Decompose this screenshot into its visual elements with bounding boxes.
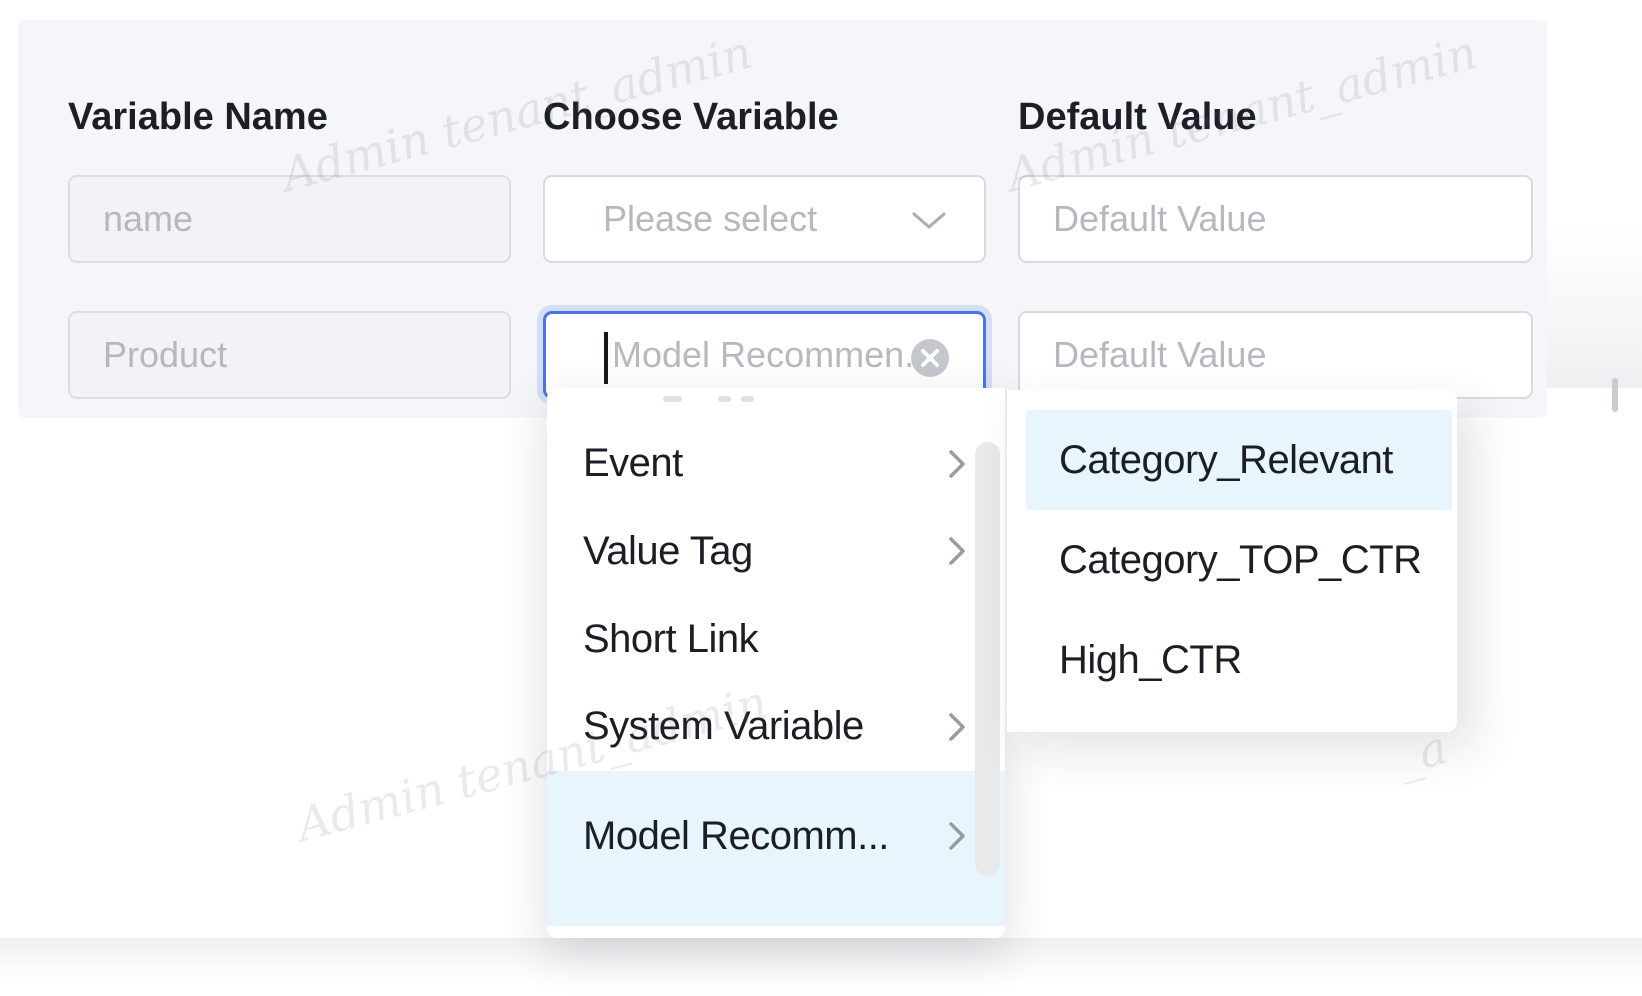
submenu-item-label: Category_Relevant [1059,438,1393,483]
variable-name-input-row1[interactable]: name [68,175,511,263]
column-header-variable-name: Variable Name [68,96,328,139]
default-value-input-row2[interactable]: Default Value [1018,311,1533,399]
menu-item-label: Value Tag [583,529,753,574]
chevron-down-icon [912,212,946,230]
variable-form-panel: Variable Name Choose Variable Default Va… [18,20,1547,418]
submenu-item-label: High_CTR [1059,638,1242,683]
screen: Variable Name Choose Variable Default Va… [0,0,1642,996]
page-scrollbar-sliver[interactable] [1612,378,1618,412]
panel-right-shadow [1547,20,1642,388]
chevron-right-icon [949,449,967,479]
choose-variable-select-row1[interactable]: Please select [543,175,986,263]
submenu-item-label: Category_TOP_CTR [1059,538,1422,583]
variable-name-placeholder-row2: Product [103,334,227,376]
cascader-current-value: Model Recommen... [612,314,934,396]
chevron-right-icon [949,712,967,742]
menu-item-event[interactable]: Event [547,420,1005,508]
choose-variable-cascader-row2[interactable]: Model Recommen... [543,311,986,399]
chevron-right-icon [949,536,967,566]
default-value-placeholder-row2: Default Value [1053,334,1266,376]
chevron-right-icon [949,821,967,851]
popup-bottom-shadow [0,938,1642,986]
column-header-default-value: Default Value [1018,96,1257,139]
menu-item-short-link[interactable]: Short Link [547,595,1005,683]
variable-name-placeholder-row1: name [103,198,193,240]
menu-item-model-recommendation[interactable]: Model Recomm... [547,771,1005,926]
default-value-placeholder-row1: Default Value [1053,198,1266,240]
menu-item-label: Model Recomm... [583,814,889,859]
column-header-choose-variable: Choose Variable [543,96,839,139]
variable-name-input-row2[interactable]: Product [68,311,511,399]
submenu-item-category-top-ctr[interactable]: Category_TOP_CTR [1007,510,1457,610]
menu-item-system-variable[interactable]: System Variable [547,683,1005,771]
clipped-menu-item [547,394,1005,408]
cascader-menu-level2: Category_Relevant Category_TOP_CTR High_… [1005,390,1457,732]
submenu-item-category-relevant[interactable]: Category_Relevant [1026,410,1452,510]
menu-item-value-tag[interactable]: Value Tag [547,508,1005,596]
dropdown-scrollbar-thumb[interactable] [975,442,1000,876]
menu-item-label: Short Link [583,617,758,662]
text-caret [604,332,608,384]
submenu-item-high-ctr[interactable]: High_CTR [1007,610,1457,710]
menu-item-label: System Variable [583,704,864,749]
menu-item-label: Event [583,441,683,486]
choose-variable-placeholder-row1: Please select [603,198,817,240]
clear-icon[interactable] [911,339,949,377]
cascader-menu-level1: Event Value Tag Short Link System Variab… [547,388,1005,938]
default-value-input-row1[interactable]: Default Value [1018,175,1533,263]
